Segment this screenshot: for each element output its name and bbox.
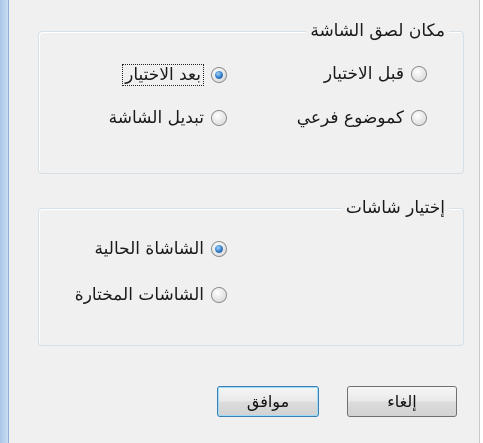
radio-as-subtopic[interactable]: كموضوع فرعي	[297, 108, 427, 128]
paste-location-group: مكان لصق الشاشة بعد الاختيار قبل الاختيا…	[38, 20, 464, 174]
radio-selected-screens[interactable]: الشاشات المختارة	[75, 285, 227, 305]
radio-dot-icon	[215, 71, 223, 79]
radio-checked-icon	[211, 241, 227, 257]
ok-button-label: موافق	[246, 392, 290, 411]
radio-unchecked-icon	[211, 110, 227, 126]
ok-button[interactable]: موافق	[217, 386, 319, 417]
radio-unchecked-icon	[211, 287, 227, 303]
cancel-button-label: إلغاء	[387, 392, 417, 411]
radio-after-selection[interactable]: بعد الاختيار	[122, 64, 227, 86]
radio-replace-screen-label: تبديل الشاشة	[108, 108, 204, 128]
radio-replace-screen[interactable]: تبديل الشاشة	[109, 108, 227, 128]
radio-before-selection[interactable]: قبل الاختيار	[324, 64, 427, 84]
paste-location-legend: مكان لصق الشاشة	[306, 20, 449, 42]
select-screens-legend: إختيار شاشات	[341, 197, 449, 219]
select-screens-group: إختيار شاشات الشاشاة الحالية الشاشات الم…	[38, 197, 464, 346]
paste-screen-dialog: مكان لصق الشاشة بعد الاختيار قبل الاختيا…	[9, 0, 480, 443]
radio-as-subtopic-label: كموضوع فرعي	[296, 108, 404, 128]
window-edge-strip	[0, 0, 9, 443]
radio-unchecked-icon	[411, 110, 427, 126]
radio-before-selection-label: قبل الاختيار	[323, 64, 404, 84]
radio-current-screen[interactable]: الشاشاة الحالية	[95, 239, 227, 259]
radio-unchecked-icon	[411, 66, 427, 82]
cancel-button[interactable]: إلغاء	[347, 386, 457, 417]
radio-after-selection-label: بعد الاختيار	[122, 64, 204, 86]
radio-checked-icon	[211, 67, 227, 83]
radio-selected-screens-label: الشاشات المختارة	[74, 285, 204, 305]
radio-current-screen-label: الشاشاة الحالية	[94, 239, 204, 259]
radio-dot-icon	[215, 245, 223, 253]
